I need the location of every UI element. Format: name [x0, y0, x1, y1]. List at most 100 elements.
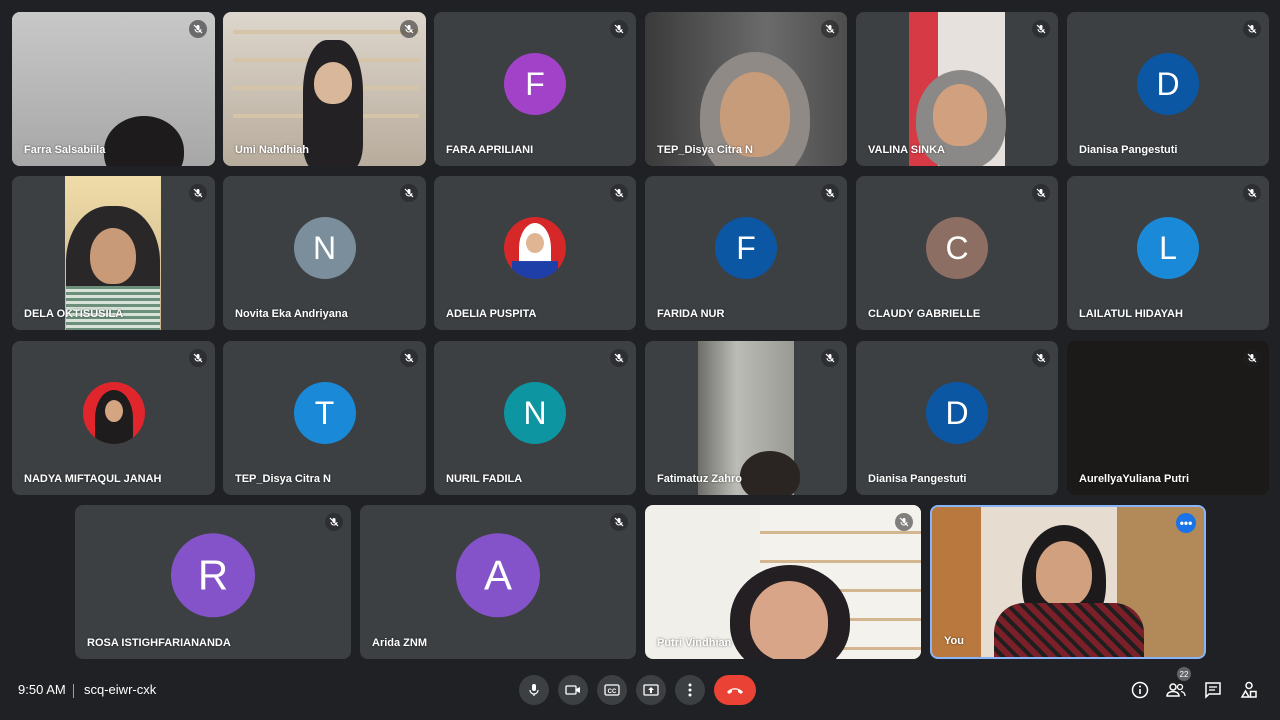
participant-tile[interactable]: T TEP_Disya Citra N [223, 341, 426, 495]
participant-tile[interactable]: L LAILATUL HIDAYAH [1067, 176, 1269, 330]
camera-button[interactable] [558, 675, 588, 705]
chat-icon [1205, 682, 1221, 699]
participant-tile[interactable]: Putri Vindhian [645, 505, 921, 659]
muted-mic-icon [189, 349, 207, 367]
hang-up-icon [727, 688, 743, 694]
participant-face [90, 228, 136, 284]
participant-tile[interactable]: A Arida ZNM [360, 505, 636, 659]
avatar-photo [82, 382, 145, 445]
participant-name: LAILATUL HIDAYAH [1079, 308, 1183, 320]
muted-mic-icon [189, 20, 207, 38]
avatar: L [1137, 217, 1199, 280]
avatar: F [504, 53, 566, 116]
meeting-controls-bar: 9:50 AM scq-eiwr-cxk CC 22 [0, 667, 1280, 720]
participant-count-badge: 22 [1177, 667, 1191, 681]
participant-tile[interactable]: ADELIA PUSPITA [434, 176, 636, 330]
participant-tile[interactable]: Fatimatuz Zahro [645, 341, 847, 495]
participant-tile[interactable]: AurellyaYuliana Putri [1067, 341, 1269, 495]
more-options-icon[interactable]: ••• [1176, 513, 1196, 533]
muted-mic-icon [1243, 20, 1261, 38]
people-button[interactable] [1164, 678, 1188, 702]
participant-face [750, 581, 828, 659]
participant-tile[interactable]: VALINA SINKA [856, 12, 1058, 166]
muted-mic-icon [1032, 20, 1050, 38]
participant-name: Farra Salsabiila [24, 144, 106, 156]
more-options-button[interactable] [675, 675, 705, 705]
microphone-button[interactable] [519, 675, 549, 705]
avatar: C [926, 217, 988, 280]
chat-button[interactable] [1201, 678, 1225, 702]
avatar: D [926, 382, 988, 445]
participant-name: TEP_Disya Citra N [657, 144, 753, 156]
present-icon [643, 684, 659, 696]
avatar: F [715, 217, 777, 280]
present-screen-button[interactable] [636, 675, 666, 705]
participant-name: ROSA ISTIGHFARIANANDA [87, 637, 231, 649]
participant-video-figure [740, 451, 800, 495]
plaid-shirt [994, 603, 1144, 657]
activities-button[interactable] [1237, 678, 1261, 702]
participant-tile[interactable]: TEP_Disya Citra N [645, 12, 847, 166]
participant-name: Novita Eka Andriyana [235, 308, 348, 320]
muted-mic-icon [821, 184, 839, 202]
people-icon [1166, 683, 1186, 697]
avatar: N [293, 217, 356, 280]
participant-name: FARA APRILIANI [446, 144, 534, 156]
muted-mic-icon [610, 20, 628, 38]
muted-mic-icon [400, 349, 418, 367]
self-view-tile[interactable]: ••• You [930, 505, 1206, 659]
participant-name: Fatimatuz Zahro [657, 473, 742, 485]
participant-name: You [944, 635, 964, 647]
leave-call-button[interactable] [714, 675, 756, 705]
participant-tile[interactable]: D Dianisa Pangestuti [1067, 12, 1269, 166]
meeting-code: scq-eiwr-cxk [84, 682, 157, 697]
participant-name: FARIDA NUR [657, 308, 725, 320]
avatar: A [456, 533, 540, 618]
participant-name: VALINA SINKA [868, 144, 945, 156]
participant-name: Putri Vindhian [657, 637, 732, 649]
participant-tile[interactable]: DELA OKTISUSILA [12, 176, 215, 330]
avatar: R [171, 533, 255, 618]
participant-name: CLAUDY GABRIELLE [868, 308, 981, 320]
participant-tile[interactable]: C CLAUDY GABRIELLE [856, 176, 1058, 330]
muted-mic-icon [400, 184, 418, 202]
participant-face [1036, 541, 1092, 607]
participant-name: TEP_Disya Citra N [235, 473, 331, 485]
muted-mic-icon [610, 513, 628, 531]
captions-button[interactable]: CC [597, 675, 627, 705]
muted-mic-icon [325, 513, 343, 531]
avatar: D [1137, 53, 1199, 116]
microphone-icon [529, 684, 539, 696]
muted-mic-icon [821, 20, 839, 38]
muted-mic-icon [189, 184, 207, 202]
muted-mic-icon [1032, 349, 1050, 367]
participant-name: NURIL FADILA [446, 473, 523, 485]
captions-icon: CC [604, 684, 620, 696]
muted-mic-icon [1243, 349, 1261, 367]
muted-mic-icon [610, 184, 628, 202]
muted-mic-icon [1032, 184, 1050, 202]
participant-name: NADYA MIFTAQUL JANAH [24, 473, 162, 485]
participant-name: Dianisa Pangestuti [1079, 144, 1178, 156]
activities-icon [1240, 681, 1257, 698]
participant-tile[interactable]: N NURIL FADILA [434, 341, 636, 495]
participant-tile[interactable]: D Dianisa Pangestuti [856, 341, 1058, 495]
avatar-photo [504, 217, 566, 280]
participant-tile[interactable]: R ROSA ISTIGHFARIANANDA [75, 505, 351, 659]
participant-name: Arida ZNM [372, 637, 427, 649]
participant-tile[interactable]: NADYA MIFTAQUL JANAH [12, 341, 215, 495]
muted-mic-icon [610, 349, 628, 367]
participant-tile[interactable]: N Novita Eka Andriyana [223, 176, 426, 330]
participant-tile[interactable]: F FARA APRILIANI [434, 12, 636, 166]
participant-name: Dianisa Pangestuti [868, 473, 967, 485]
participant-tile[interactable]: Farra Salsabiila [12, 12, 215, 166]
participant-name: DELA OKTISUSILA [24, 308, 124, 320]
participant-tile[interactable]: Umi Nahdhiah [223, 12, 426, 166]
more-vert-icon [688, 683, 692, 697]
meeting-details-button[interactable] [1128, 678, 1152, 702]
participant-face [314, 62, 352, 104]
participant-tile[interactable]: F FARIDA NUR [645, 176, 847, 330]
svg-text:CC: CC [608, 689, 617, 695]
info-icon [1131, 681, 1149, 699]
participant-name: ADELIA PUSPITA [446, 308, 537, 320]
